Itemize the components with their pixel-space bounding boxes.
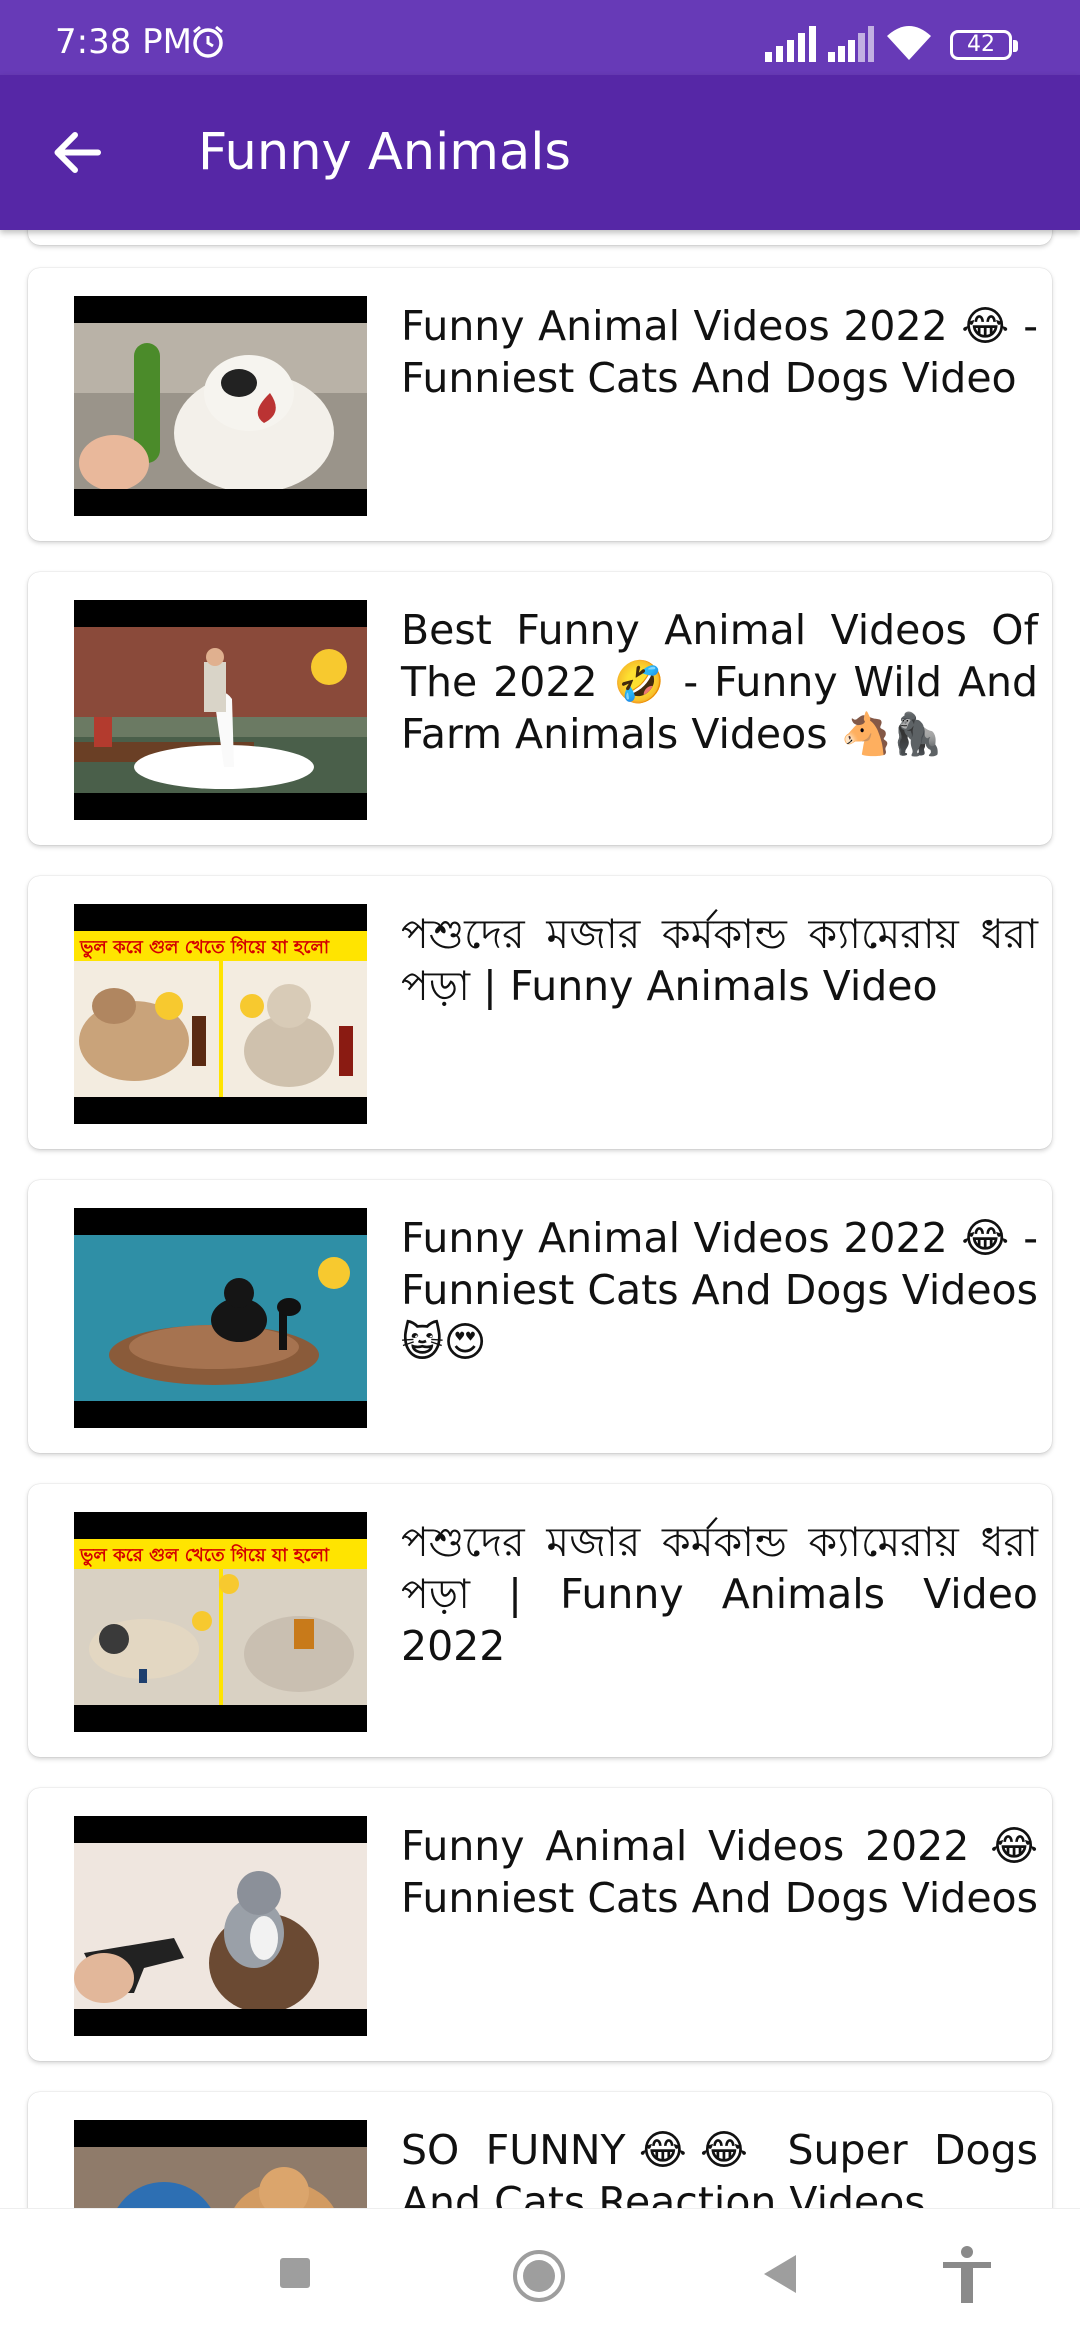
video-thumbnail[interactable] <box>74 600 367 820</box>
wifi-icon <box>887 26 931 60</box>
video-thumbnail[interactable] <box>74 2120 367 2208</box>
accessibility-icon[interactable] <box>940 2245 994 2305</box>
video-title[interactable]: SO FUNNY😂😂 Super Dogs And Cats Reaction … <box>401 2124 1038 2208</box>
video-list[interactable]: Funny Animal Videos 2022 😂 - Funniest Ca… <box>0 230 1080 2208</box>
app-bar: Funny Animals <box>0 75 1080 230</box>
status-time: 7:38 PM <box>55 22 192 62</box>
video-card[interactable]: ভুল করে গুল খেতে গিয়ে যা হলো পশুদের মজা… <box>28 876 1052 1149</box>
video-thumbnail[interactable] <box>74 1816 367 2036</box>
thumbnail-image <box>74 323 367 489</box>
system-nav-bar <box>0 2208 1080 2341</box>
thumbnail-image <box>74 1235 367 1401</box>
video-card-partial[interactable] <box>28 230 1052 245</box>
thumbnail-image <box>74 1843 367 2009</box>
video-card[interactable]: Best Funny Animal Videos Of The 2022 🤣 -… <box>28 572 1052 845</box>
back-triangle-icon[interactable] <box>762 2253 798 2295</box>
video-card[interactable]: Funny Animal Videos 2022 😂 Funniest Cats… <box>28 1788 1052 2061</box>
video-thumbnail[interactable] <box>74 296 367 516</box>
video-title[interactable]: পশুদের মজার কর্মকান্ড ক্যামেরায় ধরা পড়… <box>401 908 1038 1012</box>
page-title: Funny Animals <box>198 123 571 182</box>
video-title[interactable]: Funny Animal Videos 2022 😂 - Funniest Ca… <box>401 300 1038 404</box>
recents-square-icon[interactable] <box>277 2255 313 2291</box>
video-thumbnail[interactable] <box>74 1208 367 1428</box>
battery-level: 42 <box>967 32 995 57</box>
home-circle-icon[interactable] <box>512 2249 566 2303</box>
back-arrow-icon[interactable] <box>40 115 115 190</box>
signal-icon <box>765 26 816 62</box>
video-card[interactable]: ভুল করে গুল খেতে গিয়ে যা হলো পশুদের মজা… <box>28 1484 1052 1757</box>
video-thumbnail[interactable]: ভুল করে গুল খেতে গিয়ে যা হলো <box>74 904 367 1124</box>
battery-icon: 42 <box>950 30 1018 60</box>
thumbnail-image: ভুল করে গুল খেতে গিয়ে যা হলো <box>74 931 367 1097</box>
video-card[interactable]: Funny Animal Videos 2022 😂 - Funniest Ca… <box>28 1180 1052 1453</box>
video-title[interactable]: Best Funny Animal Videos Of The 2022 🤣 -… <box>401 604 1038 760</box>
video-card[interactable]: Funny Animal Videos 2022 😂 - Funniest Ca… <box>28 268 1052 541</box>
video-title[interactable]: Funny Animal Videos 2022 😂 - Funniest Ca… <box>401 1212 1038 1368</box>
video-thumbnail[interactable]: ভুল করে গুল খেতে গিয়ে যা হলো <box>74 1512 367 1732</box>
signal-icon-2 <box>828 26 874 62</box>
banner-text: ভুল করে গুল খেতে গিয়ে যা হলো <box>79 936 330 959</box>
video-title[interactable]: Funny Animal Videos 2022 😂 Funniest Cats… <box>401 1820 1038 1924</box>
thumbnail-image: ভুল করে গুল খেতে গিয়ে যা হলো <box>74 1539 367 1705</box>
video-title[interactable]: পশুদের মজার কর্মকান্ড ক্যামেরায় ধরা পড়… <box>401 1516 1038 1672</box>
thumbnail-image <box>74 627 367 793</box>
video-card[interactable]: SO FUNNY😂😂 Super Dogs And Cats Reaction … <box>28 2092 1052 2208</box>
banner-text: ভুল করে গুল খেতে গিয়ে যা হলো <box>79 1544 330 1567</box>
thumbnail-image <box>74 2147 367 2208</box>
alarm-icon <box>193 25 223 58</box>
status-bar: 7:38 PM 42 <box>0 0 1080 75</box>
